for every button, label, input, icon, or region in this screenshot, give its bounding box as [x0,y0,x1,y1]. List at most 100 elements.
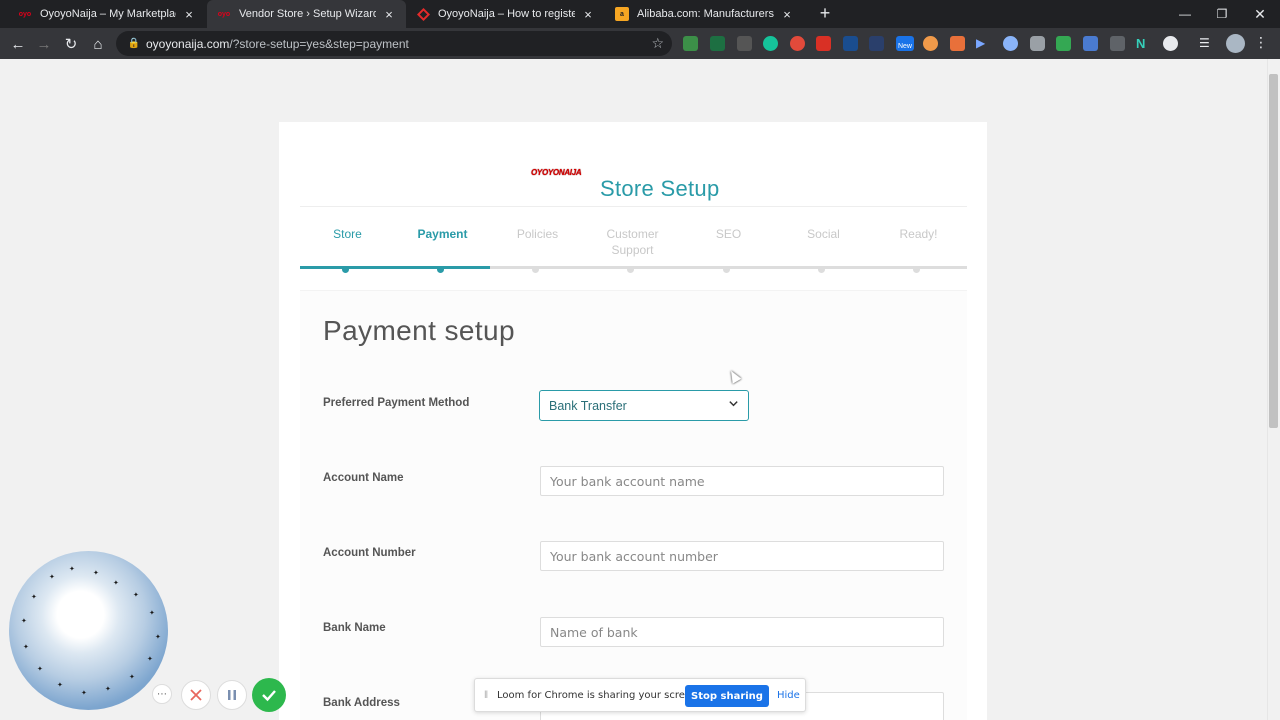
home-icon[interactable]: ⌂ [87,33,109,55]
step-dot [627,268,634,273]
media-controls-icon[interactable]: ☰ [1199,36,1214,51]
minimize-icon[interactable]: — [1166,0,1204,28]
extension-icon[interactable] [843,36,858,51]
bird-icon: ✦ [81,690,87,697]
loom-cancel-button[interactable] [181,680,211,710]
extension-icon[interactable] [1003,36,1018,51]
code-extension-icon[interactable] [1110,36,1125,51]
payment-method-select[interactable]: Bank Transfer [539,390,749,421]
tab-title: Alibaba.com: Manufacturers, Sup [637,8,774,20]
oyoyo-favicon-icon: oyo [217,10,231,18]
bird-icon: ✦ [31,594,37,601]
extension-icon[interactable] [869,36,884,51]
section-heading: Payment setup [323,315,515,346]
close-tab-icon[interactable]: × [182,7,196,22]
chrome-menu-icon[interactable]: ⋮ [1254,34,1268,51]
browser-tab[interactable]: a Alibaba.com: Manufacturers, Sup × [605,0,804,28]
browser-tab[interactable]: oyo OyoyoNaija – My Marketplace × [8,0,206,28]
loom-pause-button[interactable] [217,680,247,710]
browser-tab[interactable]: OyoyoNaija – How to register as × [406,0,605,28]
oyoyonaija-logo[interactable]: OYOYONAIJA [531,168,587,178]
step-store[interactable]: Store [300,226,395,242]
browser-tab-strip: oyo OyoyoNaija – My Marketplace × oyo Ve… [0,0,1280,28]
page-scrollbar-thumb[interactable] [1269,74,1278,428]
page-title: Store Setup [600,176,720,201]
payment-method-value: Bank Transfer [549,398,627,413]
step-policies: Policies [516,227,559,241]
profile-avatar[interactable] [1226,34,1245,53]
oyoyo-red-favicon-icon [416,7,430,21]
url-text[interactable]: oyoyonaija.com/?store-setup=yes&step=pay… [146,37,409,51]
bird-icon: ✦ [69,566,75,573]
step-seo: SEO [715,227,742,241]
new-badge-extension-icon[interactable]: New [896,36,914,51]
extension-icon[interactable] [950,36,965,51]
step-dot [437,268,444,273]
step-dot [532,268,539,273]
shield-extension-icon[interactable] [1056,36,1071,51]
close-icon [190,689,202,701]
url-host: oyoyonaija.com [146,36,230,51]
new-badge: New [897,43,912,50]
grammarly-extension-icon[interactable] [763,36,778,51]
play-extension-icon[interactable]: ▶ [976,36,991,51]
bird-icon: ✦ [147,656,153,663]
header-divider [300,206,967,207]
bookmark-star-icon[interactable]: ☆ [651,35,664,52]
extension-icon[interactable] [1163,36,1178,51]
loom-sharing-bar: ‖ Loom for Chrome is sharing your screen… [474,678,806,712]
close-tab-icon[interactable]: × [382,7,396,22]
account-name-field[interactable] [540,466,944,496]
step-dot [913,268,920,273]
extension-icon[interactable] [683,36,698,51]
step-progress-fill [300,266,491,269]
step-ready: Ready! [899,227,938,241]
bird-icon: ✦ [93,570,99,577]
bank-name-field[interactable] [540,617,944,647]
bird-icon: ✦ [113,580,119,587]
account-number-field[interactable] [540,541,944,571]
pocket-extension-icon[interactable] [1030,36,1045,51]
lock-icon[interactable]: 🔒 [126,38,142,49]
close-window-icon[interactable]: ✕ [1241,0,1279,28]
hide-button[interactable]: Hide [777,690,800,701]
setup-steps: Store Payment Policies Customer Support … [300,222,967,272]
bird-icon: ✦ [133,592,139,599]
loom-camera-bubble[interactable]: ✦ ✦ ✦ ✦ ✦ ✦ ✦ ✦ ✦ ✦ ✦ ✦ ✦ ✦ ✦ ✦ [9,551,168,710]
extension-icon[interactable] [923,36,938,51]
tab-title: Vendor Store › Setup Wizard [239,8,376,20]
pause-icon [228,690,236,700]
excel-extension-icon[interactable] [710,36,725,51]
loom-sharing-message: Loom for Chrome is sharing your screen. [497,690,701,701]
forward-icon[interactable]: → [33,33,55,55]
checkmark-icon [262,690,276,702]
new-tab-button[interactable]: + [815,3,835,23]
record-extension-icon[interactable] [790,36,805,51]
bird-icon: ✦ [129,674,135,681]
step-social: Social [807,227,840,241]
color-picker-extension-icon[interactable] [737,36,752,51]
close-tab-icon[interactable]: × [780,7,794,22]
bird-icon: ✦ [155,634,161,641]
close-tab-icon[interactable]: × [581,7,595,22]
extension-icon[interactable]: N [1136,36,1151,51]
back-icon[interactable]: ← [7,33,29,55]
tab-title: OyoyoNaija – How to register as [438,8,575,20]
payment-method-label: Preferred Payment Method [323,397,470,409]
restore-icon[interactable]: ❐ [1203,0,1241,28]
payment-form: Payment setup Preferred Payment Method B… [300,290,967,720]
step-payment[interactable]: Payment [395,226,490,242]
step-dot [723,268,730,273]
drag-handle-icon[interactable]: ‖ [484,690,488,701]
loom-more-options-icon[interactable]: ⋯ [152,684,172,704]
oyoyo-favicon-icon: oyo [18,10,32,18]
stop-sharing-button[interactable]: Stop sharing [685,685,769,707]
extension-icon[interactable] [816,36,831,51]
reload-icon[interactable]: ↻ [60,33,82,55]
address-bar[interactable]: 🔒 oyoyonaija.com/?store-setup=yes&step=p… [116,31,672,56]
browser-tab-active[interactable]: oyo Vendor Store › Setup Wizard × [207,0,406,28]
bird-icon: ✦ [21,618,27,625]
url-path: /?store-setup=yes&step=payment [229,36,409,51]
loom-finish-button[interactable] [252,678,286,712]
extension-icon[interactable] [1083,36,1098,51]
